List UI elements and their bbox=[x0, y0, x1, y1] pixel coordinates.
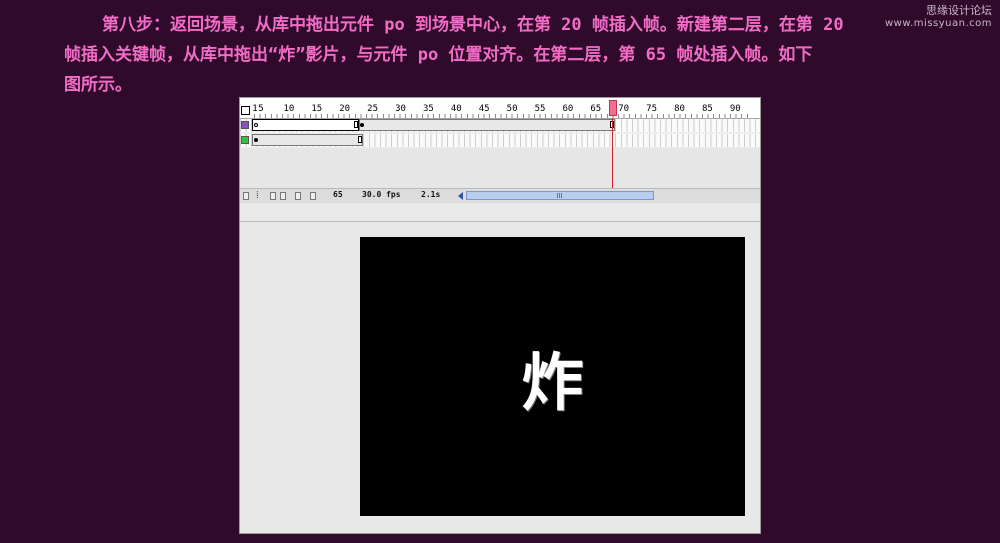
ruler-tick-15: 15 bbox=[311, 104, 323, 114]
layer-2-keyframe-1[interactable] bbox=[254, 138, 258, 142]
ruler-tick-70: 70 bbox=[618, 104, 630, 114]
layer-1-span-2[interactable] bbox=[359, 119, 615, 131]
instruction-line-2: 帧插入关键帧，从库中拖出“炸”影片，与元件 po 位置对齐。在第二层，第 65 … bbox=[64, 45, 813, 65]
ruler-tick-75: 75 bbox=[646, 104, 658, 114]
scroll-grip-icon bbox=[557, 193, 563, 198]
timeline-ruler[interactable]: 1 5 10 15 20 25 30 35 40 45 50 55 60 65 70 75 80 85 90 bbox=[240, 98, 760, 119]
instruction-line-3: 图所示。 bbox=[64, 75, 132, 95]
stage-symbol-zha[interactable]: 炸 bbox=[360, 237, 745, 516]
edit-multiple-frames-icon[interactable] bbox=[295, 192, 301, 200]
ruler-tick-20: 20 bbox=[339, 104, 351, 114]
center-frame-icon[interactable]: ⁞ bbox=[256, 190, 259, 201]
ruler-tick-10: 10 bbox=[283, 104, 295, 114]
ruler-tick-90: 90 bbox=[729, 104, 741, 114]
playhead-line bbox=[612, 118, 613, 188]
ruler-tick-25: 25 bbox=[367, 104, 379, 114]
instruction-text: 第八步：返回场景，从库中拖出元件 po 到场景中心，在第 20 帧插入帧。新建第… bbox=[64, 10, 944, 100]
ruler-tick-55: 55 bbox=[534, 104, 546, 114]
ruler-hash-marks bbox=[254, 114, 752, 118]
timeline-status-bar: ⁞ 65 30.0 fps 2.1s bbox=[240, 188, 760, 203]
layer-1-icon bbox=[241, 121, 249, 129]
layer-2-span-1-end[interactable] bbox=[358, 136, 362, 143]
ruler-tick-80: 80 bbox=[674, 104, 685, 114]
ruler-tick-50: 50 bbox=[506, 104, 518, 114]
layer-2-span-1[interactable] bbox=[252, 134, 363, 146]
layer-row-2[interactable] bbox=[240, 134, 760, 147]
layer-2-icon bbox=[241, 136, 249, 144]
onion-outline-icon[interactable] bbox=[280, 192, 286, 200]
ruler-tick-65: 65 bbox=[590, 104, 602, 114]
layer-1-keyframe-20[interactable] bbox=[360, 123, 364, 127]
status-scroll-handle-icon[interactable] bbox=[243, 192, 249, 200]
scroll-left-arrow-icon[interactable] bbox=[458, 192, 463, 200]
timeline-scrollbar[interactable] bbox=[466, 191, 654, 200]
elapsed-time: 2.1s bbox=[421, 190, 441, 199]
ruler-tick-85: 85 bbox=[701, 104, 713, 114]
ruler-tick-40: 40 bbox=[450, 104, 462, 114]
modify-onion-markers-icon[interactable] bbox=[310, 192, 316, 200]
layer-1-blank-keyframe[interactable] bbox=[254, 123, 258, 127]
frame-rate[interactable]: 30.0 fps bbox=[362, 190, 401, 199]
ruler-tick-35: 35 bbox=[422, 104, 434, 114]
timeline-empty-area[interactable] bbox=[240, 148, 760, 188]
instruction-line-1: 第八步：返回场景，从库中拖出元件 po 到场景中心，在第 20 帧插入帧。新建第… bbox=[102, 15, 844, 35]
pasteboard[interactable]: 炸 bbox=[240, 222, 760, 533]
stage[interactable]: 炸 bbox=[360, 237, 745, 516]
ruler-tick-30: 30 bbox=[395, 104, 406, 114]
timeline-center-icon[interactable] bbox=[241, 106, 250, 115]
ruler-tick-1: 1 bbox=[252, 104, 258, 114]
current-frame: 65 bbox=[333, 190, 343, 199]
ruler-tick-60: 60 bbox=[562, 104, 574, 114]
ruler-tick-45: 45 bbox=[478, 104, 490, 114]
playhead[interactable] bbox=[609, 100, 617, 116]
flash-window: 1 5 10 15 20 25 30 35 40 45 50 55 60 65 70 75 80 85 90 ⁞ 6… bbox=[239, 97, 761, 534]
layer-1-span-1-end[interactable] bbox=[354, 121, 358, 128]
edit-bar bbox=[240, 203, 760, 222]
onion-skin-icon[interactable] bbox=[270, 192, 276, 200]
ruler-tick-5: 5 bbox=[258, 104, 264, 114]
layer-1-span-1[interactable] bbox=[252, 119, 359, 131]
layer-row-1[interactable] bbox=[240, 119, 760, 132]
